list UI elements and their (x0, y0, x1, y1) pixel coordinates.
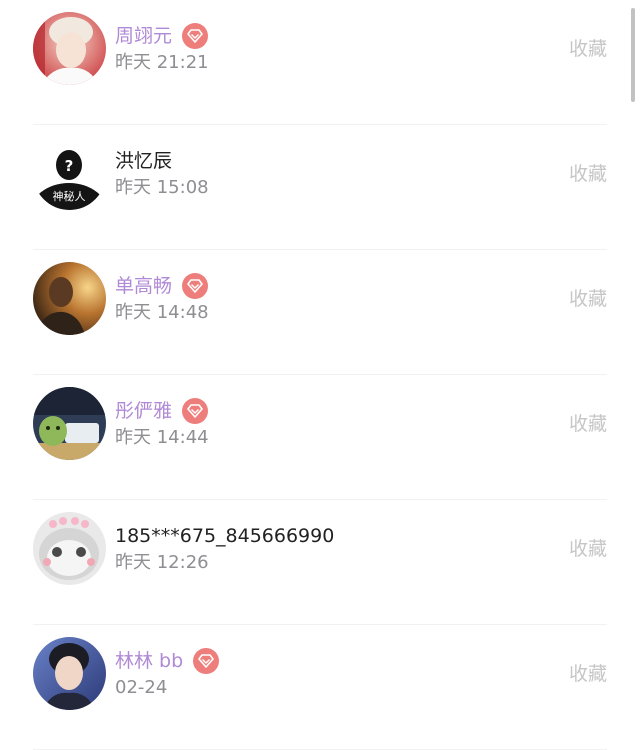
timestamp: 昨天 12:26 (115, 552, 209, 573)
avatar[interactable] (33, 262, 106, 335)
diamond-icon (198, 654, 214, 668)
collect-button[interactable]: 收藏 (569, 285, 607, 313)
diamond-icon (187, 404, 203, 418)
user-name[interactable]: 洪忆辰 (115, 147, 172, 175)
vertical-scrollbar[interactable] (631, 8, 635, 102)
user-name[interactable]: 185***675_845666990 (115, 522, 334, 550)
avatar[interactable] (33, 512, 106, 585)
svg-text:?: ? (65, 157, 74, 175)
vip-badge (182, 398, 209, 424)
name-line: 周翊元 (115, 22, 209, 50)
list-item[interactable]: 彤俨雅 昨天 14:44 收藏 (0, 375, 640, 500)
name-line: 185***675_845666990 (115, 522, 334, 550)
collect-button[interactable]: 收藏 (569, 35, 607, 63)
vip-badge (182, 23, 209, 49)
user-name[interactable]: 林林 bb (115, 647, 183, 675)
avatar-caption: 神秘人 (53, 189, 86, 203)
diamond-icon (187, 279, 203, 293)
name-line: 彤俨雅 (115, 397, 209, 425)
list-item[interactable]: 林林 bb 02-24 收藏 (0, 625, 640, 750)
collect-button[interactable]: 收藏 (569, 535, 607, 563)
list-item[interactable]: 单高畅 昨天 14:48 收藏 (0, 250, 640, 375)
user-name[interactable]: 彤俨雅 (115, 397, 172, 425)
vip-badge (193, 648, 220, 674)
timestamp: 昨天 15:08 (115, 177, 209, 198)
collector-list: 周翊元 昨天 21:21 收藏 ? 神秘人 洪忆辰 昨天 15:08 收藏 单高… (0, 0, 640, 750)
timestamp: 昨天 14:44 (115, 427, 209, 448)
collect-button[interactable]: 收藏 (569, 410, 607, 438)
avatar[interactable] (33, 387, 106, 460)
list-item[interactable]: ? 神秘人 洪忆辰 昨天 15:08 收藏 (0, 125, 640, 250)
avatar[interactable]: ? 神秘人 (33, 137, 106, 210)
avatar[interactable] (33, 637, 106, 710)
avatar[interactable] (33, 12, 106, 85)
name-line: 洪忆辰 (115, 147, 172, 175)
vip-badge (182, 273, 209, 299)
timestamp: 昨天 14:48 (115, 302, 209, 323)
list-item[interactable]: 185***675_845666990 昨天 12:26 收藏 (0, 500, 640, 625)
list-item[interactable]: 周翊元 昨天 21:21 收藏 (0, 0, 640, 125)
name-line: 林林 bb (115, 647, 220, 675)
collect-button[interactable]: 收藏 (569, 660, 607, 688)
user-name[interactable]: 周翊元 (115, 22, 172, 50)
diamond-icon (187, 29, 203, 43)
timestamp: 02-24 (115, 677, 168, 698)
name-line: 单高畅 (115, 272, 209, 300)
collect-button[interactable]: 收藏 (569, 160, 607, 188)
timestamp: 昨天 21:21 (115, 52, 209, 73)
user-name[interactable]: 单高畅 (115, 272, 172, 300)
